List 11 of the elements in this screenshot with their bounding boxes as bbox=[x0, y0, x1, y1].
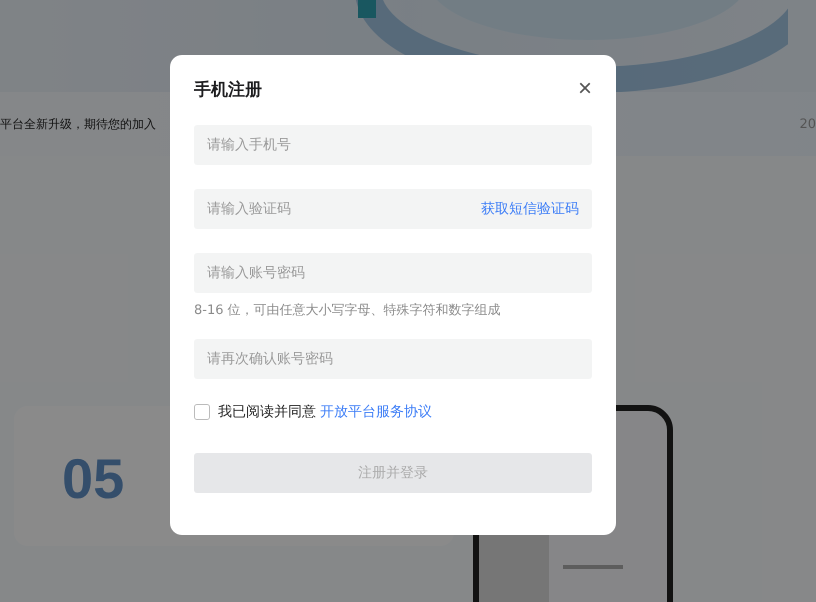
close-button[interactable]: × bbox=[578, 77, 592, 101]
agreement-checkbox[interactable] bbox=[194, 404, 210, 420]
password-hint: 8-16 位，可由任意大小写字母、特殊字符和数字组成 bbox=[194, 302, 502, 319]
dialog-title: 手机注册 bbox=[194, 78, 262, 100]
agreement-text: 我已阅读并同意 bbox=[218, 403, 316, 421]
input-field[interactable]: 请输入验证码 获取短信验证码 bbox=[194, 189, 592, 229]
step-number: 05 bbox=[62, 447, 124, 510]
text-input[interactable]: 请输入验证码 bbox=[207, 189, 481, 229]
announcement-text: 平台全新升级，期待您的加入 bbox=[0, 116, 156, 132]
service-agreement-link[interactable]: 开放平台服务协议 bbox=[320, 403, 432, 421]
get-sms-code-link[interactable]: 获取短信验证码 bbox=[481, 200, 579, 218]
